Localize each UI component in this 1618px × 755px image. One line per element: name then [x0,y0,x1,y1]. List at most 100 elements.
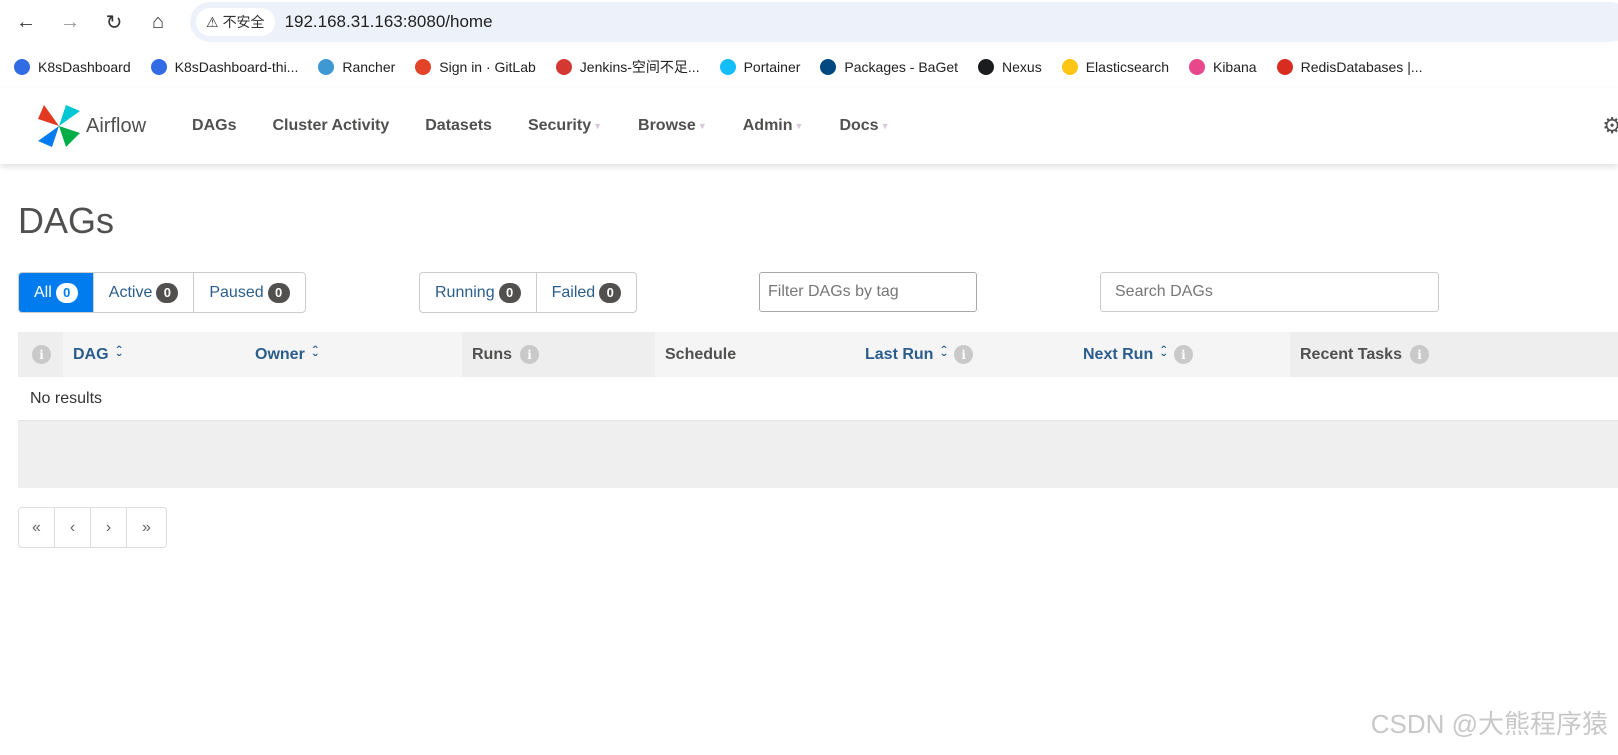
count-badge: 0 [498,282,521,303]
nav-item-label: Browse [638,117,696,134]
bookmark-item[interactable]: RedisDatabases |... [1276,59,1423,75]
bookmark-item[interactable]: Sign in · GitLab [415,59,536,75]
prev-page-button[interactable]: ‹ [55,508,91,547]
bookmark-favicon-icon [415,59,432,75]
nav-item-label: DAGs [192,117,237,134]
reload-button[interactable]: ↻ [96,4,132,40]
nav-item-browse[interactable]: Browse ▼ [638,117,707,135]
info-column: i [18,332,63,377]
search-dags-input[interactable] [1100,272,1439,312]
home-button[interactable]: ⌂ [140,4,176,40]
forward-button[interactable]: → [52,4,88,40]
filter-label: Active [108,283,153,301]
bookmark-label: Jenkins-空间不足... [579,59,700,75]
settings-gear-icon[interactable]: ⚙ [1602,113,1618,139]
info-icon[interactable]: i [954,345,974,364]
count-badge: 0 [599,282,622,303]
status-filter-group: All 0 Active 0 Paused 0 [18,272,306,313]
bookmark-item[interactable]: K8sDashboard [14,59,131,75]
first-page-button[interactable]: « [19,508,55,547]
nav-item-datasets[interactable]: Datasets [425,117,492,135]
caret-down-icon: ▼ [880,121,890,131]
caret-down-icon: ▼ [794,121,804,131]
bookmark-favicon-icon [820,59,837,75]
next-page-button[interactable]: › [91,508,127,547]
bookmark-item[interactable]: Portainer [719,59,801,75]
bookmarks-bar: K8sDashboard K8sDashboard-thi... Rancher Si… [14,52,1443,82]
tag-filter-input[interactable] [759,272,977,312]
warning-icon: ⚠ [206,13,219,30]
nav-item-security[interactable]: Security ▼ [528,117,602,135]
bookmark-favicon-icon [555,59,572,75]
bookmark-favicon-icon [14,59,30,75]
sort-icon: ˆˇ [941,342,947,367]
count-badge: 0 [55,282,78,303]
last-page-button[interactable]: » [127,508,166,547]
column-owner[interactable]: Owner ˆ ˇ [245,332,462,377]
bookmark-label: K8sDashboard-thi... [174,59,299,75]
pinwheel-icon [38,105,80,147]
bookmark-item[interactable]: Jenkins-空间不足... [555,57,700,77]
bookmark-favicon-icon [318,59,335,75]
column-recent-tasks: Recent Tasks i [1290,332,1618,377]
bookmark-item[interactable]: Elasticsearch [1061,59,1169,75]
filter-paused[interactable]: Paused 0 [194,273,304,312]
column-next-run[interactable]: Next Run ˆ ˇ i [1073,332,1290,377]
filter-label: All [34,283,52,301]
nav-item-dags[interactable]: DAGs [192,117,236,135]
nav-item-label: Datasets [425,117,492,134]
bookmark-label: Sign in · GitLab [439,59,536,75]
column-dag[interactable]: DAG ˆ ˇ [63,332,245,377]
filter-all[interactable]: All 0 [19,273,94,312]
bookmark-item[interactable]: Kibana [1188,59,1257,75]
bookmark-favicon-icon [719,59,736,75]
url-text[interactable]: 192.168.31.163:8080/home [285,12,493,32]
watermark: CSDN @大熊程序猿 [1370,709,1608,739]
bookmark-item[interactable]: Nexus [978,59,1042,75]
address-bar[interactable]: ⚠ 不安全 192.168.31.163:8080/home [190,2,1618,42]
nav-item-docs[interactable]: Docs ▼ [839,117,889,135]
bookmark-favicon-icon [150,59,167,75]
nav-item-label: Admin [742,117,793,134]
bookmark-label: Packages - BaGet [844,59,959,75]
caret-down-icon: ▼ [697,121,707,131]
security-indicator[interactable]: ⚠ 不安全 [196,8,275,36]
nav-item-admin[interactable]: Admin ▼ [743,117,804,135]
bookmark-item[interactable]: K8sDashboard-thi... [150,59,299,75]
page-title: DAGs [18,200,115,241]
info-icon[interactable]: i [520,345,539,364]
filter-running[interactable]: Running 0 [420,273,537,312]
sort-icon: ˆˇ [1161,342,1166,367]
filter-label: Failed [551,283,596,301]
column-schedule: Schedule [655,332,855,377]
bookmark-label: Nexus [1002,59,1042,75]
nav-item-label: Cluster Activity [272,117,390,134]
caret-down-icon: ▼ [593,121,603,131]
pagination: «‹ ›» [18,507,167,548]
nav-item-label: Security [527,117,592,134]
airflow-navbar: Airflow DAGs Cluster Activity Datasets Secu… [0,88,1618,164]
bookmark-favicon-icon [1276,59,1293,75]
nav-item-cluster-activity[interactable]: Cluster Activity [272,117,389,135]
column-runs: Runs i [462,332,655,377]
filter-label: Running [435,283,495,301]
filter-failed[interactable]: Failed 0 [537,273,637,312]
column-last-run[interactable]: Last Run ˆ ˇ i [855,332,1073,377]
info-icon[interactable]: i [1409,345,1429,364]
main-menu: DAGs Cluster Activity Datasets Security ▼ Bro… [192,117,925,135]
bookmark-label: Portainer [743,59,801,75]
sort-icon: ˆˇ [116,342,122,367]
info-icon[interactable]: i [1173,345,1193,364]
bookmark-label: Elasticsearch [1085,59,1169,75]
back-button[interactable]: ← [8,4,44,40]
bookmark-favicon-icon [1188,59,1205,75]
browser-toolbar: ← → ↻ ⌂ ⚠ 不安全 192.168.31.163:8080/home [0,0,1618,44]
bookmark-item[interactable]: Rancher [318,59,395,75]
count-badge: 0 [156,282,179,303]
filter-active[interactable]: Active 0 [94,273,195,312]
bookmark-item[interactable]: Packages - BaGet [820,59,958,75]
airflow-logo[interactable]: Airflow [36,103,146,149]
count-badge: 0 [267,282,290,303]
info-icon[interactable]: i [32,345,51,364]
run-state-filter-group: Running 0 Failed 0 [419,272,638,313]
